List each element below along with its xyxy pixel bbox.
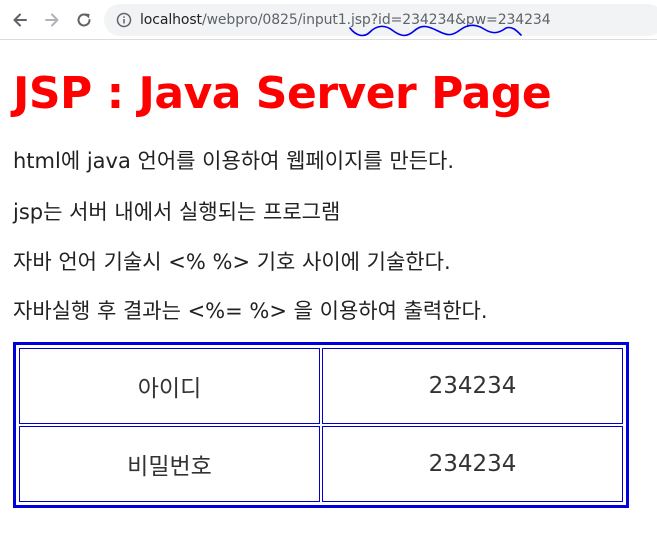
id-value-cell: 234234	[322, 348, 623, 424]
reload-icon	[77, 13, 91, 27]
back-button[interactable]	[8, 8, 32, 32]
description-line-4: 자바실행 후 결과는 <%= %> 을 이용하여 출력한다.	[13, 299, 488, 323]
result-table: 아이디 234234 비밀번호 234234	[13, 342, 629, 508]
description-line-3: 자바 언어 기술시 <% %> 기호 사이에 기술한다.	[13, 250, 451, 274]
table-row-password: 비밀번호 234234	[19, 426, 623, 502]
reload-button[interactable]	[72, 8, 96, 32]
id-label-cell: 아이디	[19, 348, 320, 424]
url-path: /webpro/0825/input1.jsp?id=234234&pw=234…	[201, 12, 551, 28]
description-line-2: jsp는 서버 내에서 실행되는 프로그램	[13, 200, 341, 224]
forward-arrow-icon	[45, 13, 59, 27]
table-row-id: 아이디 234234	[19, 348, 623, 424]
page-title: JSP : Java Server Page	[13, 68, 552, 119]
url-host: localhost	[140, 12, 202, 28]
password-label-cell: 비밀번호	[19, 426, 320, 502]
browser-toolbar: localhost/webpro/0825/input1.jsp?id=2342…	[0, 0, 657, 40]
address-bar[interactable]: localhost/webpro/0825/input1.jsp?id=2342…	[104, 4, 657, 36]
password-value-cell: 234234	[322, 426, 623, 502]
result-table-grid: 아이디 234234 비밀번호 234234	[17, 346, 625, 504]
description-line-1: html에 java 언어를 이용하여 웹페이지를 만든다.	[13, 149, 455, 173]
forward-button[interactable]	[40, 8, 64, 32]
back-arrow-icon	[13, 13, 27, 27]
info-icon[interactable]	[116, 12, 132, 28]
url-text[interactable]: localhost/webpro/0825/input1.jsp?id=2342…	[140, 11, 551, 29]
